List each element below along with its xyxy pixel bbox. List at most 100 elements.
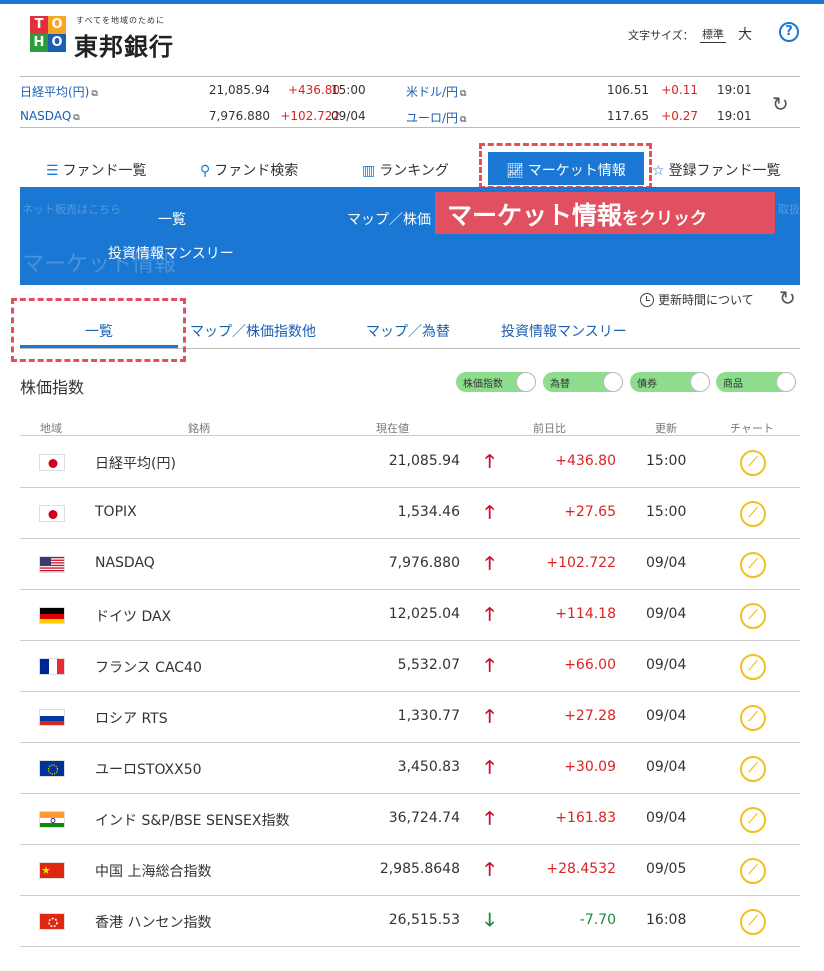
ranking-icon: ▥ <box>362 163 376 179</box>
current-price: 36,724.74 <box>388 810 460 826</box>
tab-map-index[interactable]: マップ／株価指数他 <box>190 321 316 341</box>
index-name[interactable]: NASDAQ <box>95 555 155 571</box>
dropdown-item-list[interactable]: 一覧 <box>158 209 186 229</box>
nav-fund-search[interactable]: ⚲ ファンド検索 <box>200 160 298 180</box>
ticker-usdjpy-link[interactable]: 米ドル/円 ⧉ <box>406 83 466 100</box>
update-time-link[interactable]: 更新時間について <box>640 291 754 308</box>
nav-ranking[interactable]: ▥ ランキング <box>362 160 449 180</box>
chart-icon[interactable]: ⟋ <box>740 654 766 680</box>
update-time: 16:08 <box>646 912 687 928</box>
change-value: -7.70 <box>579 912 616 928</box>
arrow-up-icon: 🡑 <box>485 706 495 727</box>
index-name[interactable]: ドイツ DAX <box>95 606 171 626</box>
bank-name[interactable]: 東邦銀行 <box>74 27 174 62</box>
table-row[interactable]: 中国 上海総合指数 2,985.8648 🡑 +28.4532 09/05 ⟋ <box>20 845 800 896</box>
faint-text: ネット販売はこちら <box>22 203 121 216</box>
external-link-icon: ⧉ <box>460 115 467 125</box>
ticker-nikkei-link[interactable]: 日経平均(円) ⧉ <box>20 83 98 100</box>
chart-icon[interactable]: ⟋ <box>740 552 766 578</box>
section-title: 株価指数 <box>20 378 85 397</box>
current-price: 1,534.46 <box>397 504 460 520</box>
refresh-icon[interactable]: ↻ <box>772 92 789 116</box>
column-header-chart: チャート <box>730 422 774 435</box>
change-value: +27.65 <box>564 504 616 520</box>
japan-flag <box>39 454 65 471</box>
arrow-up-icon: 🡑 <box>485 859 495 880</box>
bank-logo[interactable]: T O H O <box>30 16 66 52</box>
font-size-standard-button[interactable]: 標準 <box>700 26 726 43</box>
toggle-fx[interactable]: 為替 <box>543 372 623 392</box>
france-flag <box>39 658 65 675</box>
top-accent-bar <box>0 0 824 4</box>
arrow-up-icon: 🡑 <box>485 808 495 829</box>
column-header-change: 前日比 <box>533 422 566 435</box>
dropdown-item-map-index[interactable]: マップ／株価 <box>347 209 431 229</box>
chart-icon[interactable]: ⟋ <box>740 603 766 629</box>
table-row[interactable]: ロシア RTS 1,330.77 🡑 +27.28 09/04 ⟋ <box>20 692 800 743</box>
chart-icon[interactable]: ⟋ <box>740 501 766 527</box>
column-header-name: 銘柄 <box>188 422 210 435</box>
external-link-icon: ⧉ <box>91 89 98 99</box>
change-value: +161.83 <box>555 810 616 826</box>
current-price: 1,330.77 <box>397 708 460 724</box>
ticker-eurjpy-link[interactable]: ユーロ/円 ⧉ <box>406 109 466 126</box>
font-size-label: 文字サイズ： <box>628 29 694 42</box>
chart-icon[interactable]: ⟋ <box>740 807 766 833</box>
change-value: +28.4532 <box>546 861 616 877</box>
dropdown-item-monthly[interactable]: 投資情報マンスリー <box>108 243 234 263</box>
table-row[interactable]: ドイツ DAX 12,025.04 🡑 +114.18 09/04 ⟋ <box>20 590 800 641</box>
chart-icon[interactable]: ⟋ <box>740 909 766 935</box>
help-icon[interactable]: ? <box>779 22 799 42</box>
search-icon: ⚲ <box>200 163 211 179</box>
arrow-up-icon: 🡑 <box>485 451 495 472</box>
index-name[interactable]: 中国 上海総合指数 <box>95 861 211 881</box>
refresh-icon[interactable]: ↻ <box>779 286 796 310</box>
ticker-nasdaq-link[interactable]: NASDAQ ⧉ <box>20 109 80 123</box>
table-row[interactable]: TOPIX 1,534.46 🡑 +27.65 15:00 ⟋ <box>20 488 800 539</box>
toggle-stock-index[interactable]: 株価指数 <box>456 372 536 392</box>
faint-text: 取扱 <box>778 203 800 216</box>
index-name[interactable]: ユーロSTOXX50 <box>95 759 202 779</box>
current-price: 7,976.880 <box>388 555 460 571</box>
index-name[interactable]: インド S&P/BSE SENSEX指数 <box>95 810 289 830</box>
font-size-large-button[interactable]: 大 <box>738 24 752 44</box>
current-price: 21,085.94 <box>388 453 460 469</box>
arrow-up-icon: 🡑 <box>485 655 495 676</box>
update-time: 09/04 <box>646 606 687 622</box>
update-time: 09/04 <box>646 555 687 571</box>
ticker-value: 7,976.880 <box>208 109 270 123</box>
tab-map-fx[interactable]: マップ／為替 <box>366 321 450 341</box>
table-row[interactable]: ユーロSTOXX50 3,450.83 🡑 +30.09 09/04 ⟋ <box>20 743 800 794</box>
table-row[interactable]: NASDAQ 7,976.880 🡑 +102.722 09/04 ⟋ <box>20 539 800 590</box>
toggle-bond[interactable]: 債券 <box>630 372 710 392</box>
chart-icon[interactable]: ⟋ <box>740 756 766 782</box>
update-time: 15:00 <box>646 504 687 520</box>
usa-flag <box>39 556 65 573</box>
index-name[interactable]: ロシア RTS <box>95 708 168 728</box>
index-name[interactable]: TOPIX <box>95 504 137 520</box>
ticker-value: 21,085.94 <box>208 83 270 97</box>
chart-icon[interactable]: ⟋ <box>740 705 766 731</box>
update-time: 09/04 <box>646 708 687 724</box>
current-price: 2,985.8648 <box>379 861 460 877</box>
table-row[interactable]: フランス CAC40 5,532.07 🡑 +66.00 09/04 ⟋ <box>20 641 800 692</box>
index-name[interactable]: フランス CAC40 <box>95 657 202 677</box>
ticker-time: 15:00 <box>331 83 366 97</box>
tagline: すべてを地域のために <box>76 16 165 25</box>
clock-icon <box>640 293 654 307</box>
toggle-commodity[interactable]: 商品 <box>716 372 796 392</box>
change-value: +436.80 <box>555 453 616 469</box>
table-row[interactable]: インド S&P/BSE SENSEX指数 36,724.74 🡑 +161.83 09/… <box>20 794 800 845</box>
table-row[interactable]: 日経平均(円) 21,085.94 🡑 +436.80 15:00 ⟋ <box>20 437 800 488</box>
index-name[interactable]: 日経平均(円) <box>95 453 176 473</box>
chart-icon[interactable]: ⟋ <box>740 858 766 884</box>
chart-icon[interactable]: ⟋ <box>740 450 766 476</box>
table-row[interactable]: 香港 ハンセン指数 26,515.53 🡓 -7.70 16:08 ⟋ <box>20 896 800 947</box>
germany-flag <box>39 607 65 624</box>
arrow-up-icon: 🡑 <box>485 604 495 625</box>
index-name[interactable]: 香港 ハンセン指数 <box>95 912 211 932</box>
nav-registered-funds[interactable]: ☆ 登録ファンド一覧 <box>652 160 781 180</box>
column-header-region: 地域 <box>40 422 62 435</box>
tab-monthly[interactable]: 投資情報マンスリー <box>501 321 627 341</box>
nav-fund-list[interactable]: ☰ ファンド一覧 <box>46 160 147 180</box>
